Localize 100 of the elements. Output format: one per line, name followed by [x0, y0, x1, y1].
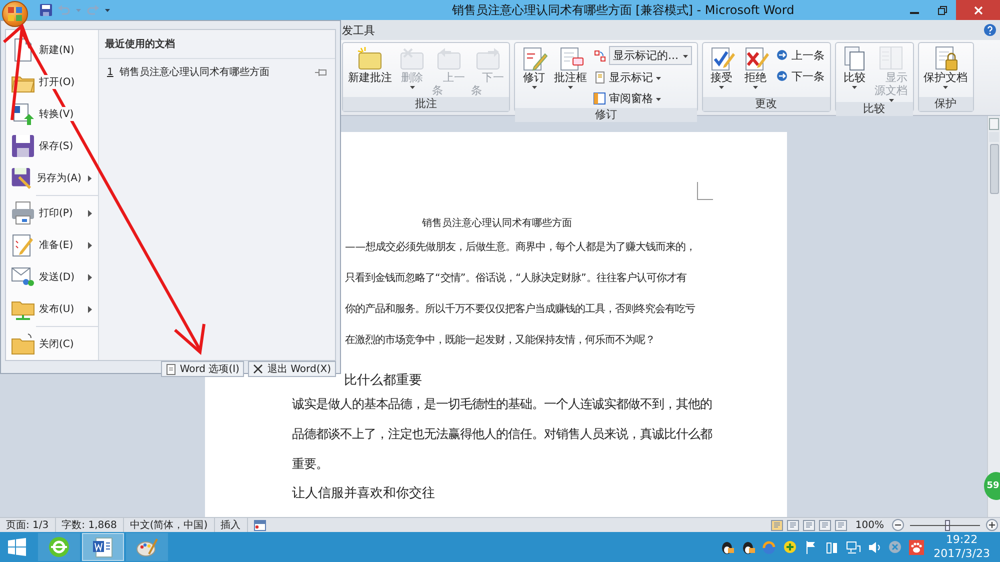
globe-icon	[48, 536, 70, 558]
palette-icon	[136, 536, 158, 558]
document-icon	[166, 364, 176, 374]
menu-item[interactable]: 保存(S)	[6, 130, 98, 162]
two-column-icon	[877, 45, 905, 71]
pin-icon[interactable]	[315, 68, 327, 76]
caret-icon	[532, 86, 536, 89]
close-icon	[253, 364, 264, 374]
close-button[interactable]	[956, 0, 1000, 20]
ribbon-button[interactable]: 修订	[517, 45, 551, 108]
speed-ball: 59	[984, 472, 1000, 500]
text-line: 诚实是做人的基本品德，是一切毛德性的基础。一个人连诚实都做不到，其他的	[292, 396, 713, 413]
ribbon-button[interactable]: 上一条	[776, 46, 824, 64]
windows-logo-icon[interactable]	[8, 538, 26, 556]
zoom-slider[interactable]	[908, 520, 982, 530]
zoom-level[interactable]: 100%	[851, 520, 888, 530]
view-button[interactable]	[803, 520, 816, 530]
network-icon[interactable]	[846, 540, 861, 554]
view-button[interactable]	[835, 520, 848, 530]
menu-item[interactable]: 另存为(A)	[6, 162, 98, 194]
pane-icon	[593, 92, 606, 104]
printer-icon	[10, 200, 36, 226]
scroll-thumb[interactable]	[990, 144, 998, 194]
corner-mark	[697, 182, 713, 200]
menu-button[interactable]: 退出 Word(X)	[248, 361, 336, 377]
menu-item[interactable]: 打印(P)	[6, 197, 98, 229]
text-line: 只看到金钱而忽略了“交情”。俗话说，“人脉决定财脉”。往往客户认可你才有	[344, 271, 688, 286]
ribbon-button[interactable]: 批注框	[551, 45, 590, 108]
office-logo-icon	[7, 6, 23, 22]
caret-icon[interactable]	[105, 8, 110, 12]
document-pencil-icon	[10, 232, 36, 258]
text-line: 品德都谈不上了，注定也无法赢得他人的信任。对销售人员来说，真诚比什么都	[292, 426, 713, 443]
markup-icon[interactable]	[593, 49, 606, 62]
penguin-icon[interactable]	[740, 540, 756, 554]
ribbon-button[interactable]: 接受	[704, 45, 738, 97]
ribbon-button[interactable]: 比较	[838, 45, 872, 102]
zoom-out-button[interactable]	[892, 519, 904, 531]
text-line: 在激烈的市场竞争中，既能一起发财，又能保持友情，何乐而不为呢？	[344, 333, 656, 348]
heading: 让人信服并喜欢和你交往	[292, 485, 436, 503]
zoom-in-button[interactable]	[986, 519, 998, 531]
group-label: 保护	[918, 97, 972, 111]
submenu-arrow-icon	[88, 210, 92, 216]
view-button[interactable]	[819, 520, 832, 530]
dropdown[interactable]: 显示标记的...	[609, 46, 692, 65]
group-label: 批注	[343, 97, 509, 111]
submenu-arrow-icon	[88, 174, 92, 182]
note-previous-icon	[434, 45, 462, 71]
word-icon	[92, 536, 114, 558]
slider-thumb[interactable]	[945, 520, 950, 530]
menu-item[interactable]: 发送(D)	[6, 261, 98, 293]
clock-time[interactable]: 19:22	[934, 533, 990, 547]
menu-item[interactable]: 转换(V)	[6, 98, 98, 130]
text-line: 你的产品和服务。所以千万不要仅仅把客户当成赚钱的工具，否则终究会有吃亏	[344, 302, 696, 317]
ribbon-button[interactable]: 显示标记	[593, 68, 692, 86]
caret-icon	[656, 98, 661, 100]
menu-item[interactable]: 发布(U)	[6, 293, 98, 325]
save-icon[interactable]	[40, 4, 52, 16]
view-button[interactable]	[787, 520, 800, 530]
minimize-icon	[910, 12, 918, 14]
group-label: 修订	[515, 108, 696, 122]
text-line: 重要。	[292, 456, 329, 473]
submenu-arrow-icon	[88, 274, 92, 280]
caret-icon	[719, 86, 724, 89]
taskbar-button[interactable]	[82, 533, 124, 561]
view-button[interactable]	[771, 520, 784, 530]
macro-icon[interactable]	[254, 520, 266, 530]
ribbon-button[interactable]: 保护文档	[920, 45, 970, 97]
swirl-icon[interactable]	[762, 540, 777, 554]
taskbar-button[interactable]	[38, 533, 80, 561]
recent-document[interactable]: 1 销售员注意心理认同术有哪些方面	[99, 59, 335, 85]
clock-date[interactable]: 2017/3/23	[934, 547, 990, 561]
caret-icon	[568, 86, 573, 89]
scrollbar[interactable]	[987, 116, 1000, 517]
close-icon	[974, 6, 982, 14]
ribbon-button[interactable]: 下一条	[776, 67, 824, 85]
recent-documents-header: 最近使用的文档	[99, 30, 335, 59]
ruler-button[interactable]	[989, 118, 999, 130]
note-next-icon	[474, 45, 502, 71]
help-icon[interactable]	[984, 24, 996, 36]
restore-icon	[938, 6, 946, 14]
ribbon-button[interactable]: 新建批注	[345, 45, 395, 97]
caret-icon	[852, 86, 857, 89]
ribbon-button[interactable]: 审阅窗格	[593, 89, 692, 107]
ribbon-button[interactable]: 拒绝	[738, 45, 772, 97]
speaker-icon[interactable]	[866, 540, 882, 554]
folder-icon	[10, 331, 36, 357]
menu-button[interactable]: Word 选项(I)	[160, 361, 244, 377]
menu-item[interactable]: 关闭(C)	[6, 328, 98, 360]
floppy-pencil-icon	[10, 165, 34, 191]
arrow-up-icon	[776, 48, 788, 62]
menu-item[interactable]: 新建(N)	[6, 34, 98, 66]
menu-item[interactable]: 打开(O)	[6, 66, 98, 98]
paw-icon[interactable]	[908, 540, 924, 554]
caret-icon	[753, 86, 758, 89]
text-line: ——想成交必须先做朋友，后做生意。商界中，每个人都是为了赚大钱而来的，	[344, 240, 697, 255]
menu-item[interactable]: 准备(E)	[6, 229, 98, 261]
penguin-icon[interactable]	[720, 540, 735, 554]
arrow-down-icon	[776, 70, 788, 82]
group-label: 更改	[702, 97, 830, 111]
plus-circle-icon[interactable]	[782, 540, 798, 554]
